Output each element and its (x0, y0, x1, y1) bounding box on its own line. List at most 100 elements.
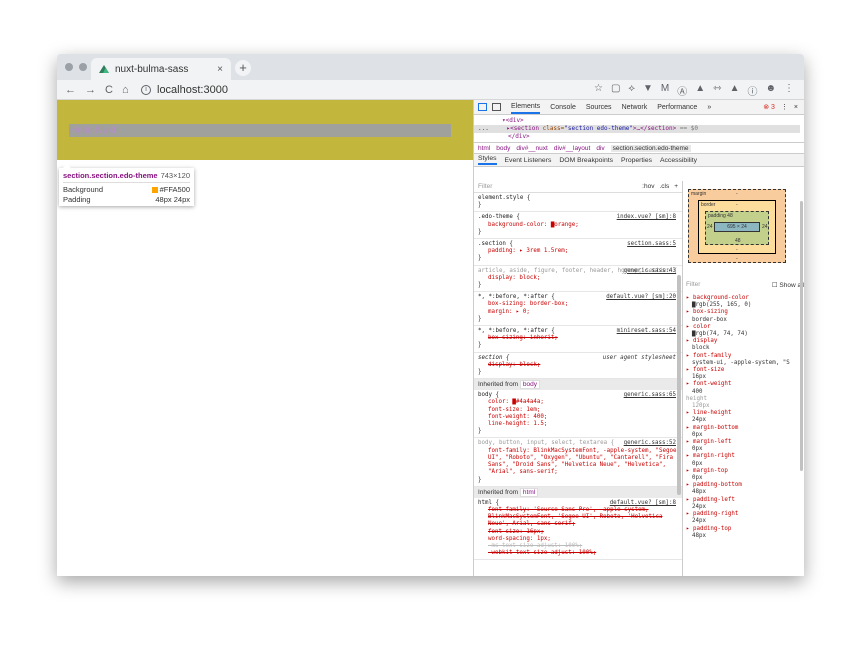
profile-avatar-icon[interactable]: ☻ (765, 83, 776, 98)
bookmark-star-icon[interactable]: ☆ (594, 83, 603, 98)
computed-item[interactable]: ▸ padding-top 48px (686, 526, 804, 540)
hov-button[interactable]: :hov (642, 183, 654, 190)
new-tab-button[interactable]: + (235, 60, 251, 76)
box-model-padding-bottom[interactable]: 48 (735, 238, 741, 244)
computed-filter-input[interactable]: Filter (686, 281, 700, 289)
computed-item[interactable]: ▸ box-sizing border-box (686, 309, 804, 323)
inherited-tag-link[interactable]: html (519, 487, 539, 497)
forward-icon[interactable]: → (85, 84, 96, 96)
more-tabs-icon[interactable]: » (707, 104, 711, 111)
dom-node-div-close[interactable]: </div> (478, 133, 800, 141)
css-rule-html[interactable]: html { default.vue? [sm]:8 font-family: … (474, 498, 682, 561)
rule-source-link[interactable]: minireset.sass:54 (617, 328, 676, 335)
vue-devtools-icon[interactable]: ▲ (730, 83, 740, 98)
address-bar[interactable]: i localhost:3000 (141, 84, 561, 96)
computed-item[interactable]: ▸ font-family system-ui, -apple-system, "… (686, 353, 804, 367)
computed-scrollbar[interactable] (800, 201, 803, 471)
rule-property-overridden[interactable]: font-size: 16px; (478, 529, 678, 536)
tab-performance[interactable]: Performance (657, 104, 697, 111)
rule-property-overridden[interactable]: -webkit-text-size-adjust: 100%; (478, 550, 678, 557)
box-model-padding-label[interactable]: padding 48 (708, 213, 733, 219)
computed-item[interactable]: ▸ display block (686, 338, 804, 352)
breadcrumb-div[interactable]: div (596, 145, 604, 152)
device-toolbar-icon[interactable] (492, 103, 501, 111)
inspect-element-icon[interactable] (478, 103, 487, 111)
tab-properties[interactable]: Properties (621, 157, 652, 164)
breadcrumb-section[interactable]: section.section.edo-theme (610, 144, 691, 152)
extension-icon-2[interactable]: ⟡ (628, 83, 635, 98)
rule-property[interactable]: box-sizing: border-box; (478, 301, 678, 308)
rule-source-link[interactable]: index.vue? [sm]:8 (617, 214, 676, 221)
tab-network[interactable]: Network (622, 104, 648, 111)
extension-icon-7[interactable]: ⇿ (713, 83, 721, 98)
rule-property-overridden[interactable]: font-family: 'Source Sans Pro', -apple-s… (478, 507, 678, 529)
computed-item[interactable]: ▸ margin-bottom 0px (686, 425, 804, 439)
browser-tab[interactable]: nuxt-bulma-sass × (91, 58, 231, 80)
tab-styles[interactable]: Styles (478, 155, 497, 165)
reload-icon[interactable]: C (105, 84, 113, 96)
rule-property[interactable]: line-height: 1.5; (478, 421, 678, 428)
tab-accessibility[interactable]: Accessibility (660, 157, 697, 164)
rule-source-link[interactable]: section.sass:5 (627, 241, 676, 248)
css-rule-universal-minireset[interactable]: *, *:before, *:after { minireset.sass:54… (474, 326, 682, 353)
tab-close-icon[interactable]: × (217, 64, 223, 75)
computed-item[interactable]: ▸ padding-right 24px (686, 511, 804, 525)
css-rule-edo-theme[interactable]: .edo-theme { index.vue? [sm]:8 backgroun… (474, 212, 682, 240)
tab-sources[interactable]: Sources (586, 104, 612, 111)
rule-property-overridden[interactable]: display: block; (478, 362, 678, 369)
computed-item[interactable]: ▸ padding-bottom 48px (686, 482, 804, 496)
extension-icon-4[interactable]: M (661, 83, 669, 98)
breadcrumb-html[interactable]: html (478, 145, 490, 152)
extension-icon-1[interactable]: ▢ (611, 83, 620, 98)
css-rule-body-form[interactable]: body, button, input, select, textarea { … (474, 438, 682, 487)
css-rule-generic[interactable]: article, aside, figure, footer, header, … (474, 266, 682, 293)
rule-source-link[interactable]: generic.sass:65 (624, 392, 676, 399)
extension-icon-9[interactable]: ⓘ (747, 83, 757, 98)
computed-item[interactable]: ▸ margin-left 0px (686, 439, 804, 453)
css-rule-user-agent[interactable]: section { user agent stylesheet display:… (474, 353, 682, 380)
devtools-close-icon[interactable]: × (794, 104, 798, 111)
info-icon[interactable]: i (141, 84, 151, 95)
extension-icon-3[interactable]: ▼ (643, 83, 653, 98)
css-rule-universal-default[interactable]: *, *:before, *:after { default.vue? [sm]… (474, 292, 682, 327)
add-rule-button[interactable]: + (674, 183, 678, 190)
box-model-margin-value[interactable]: - (736, 191, 738, 197)
styles-filter-input[interactable]: Filter (478, 183, 492, 190)
extension-icon-6[interactable]: ▲ (695, 83, 705, 98)
rule-source-link[interactable]: default.vue? [sm]:20 (606, 294, 676, 301)
computed-item[interactable]: ▸ margin-right 0px (686, 453, 804, 467)
home-icon[interactable]: ⌂ (122, 84, 129, 96)
rule-property[interactable]: background-color: ▇orange; (478, 222, 678, 229)
rule-property[interactable]: margin: ▸ 0; (478, 309, 678, 316)
computed-item[interactable]: ▸ padding-left 24px (686, 497, 804, 511)
rule-property[interactable]: padding: ▸ 3rem 1.5rem; (478, 248, 678, 255)
css-rule-body[interactable]: body { generic.sass:65 color: ▇#4a4a4a; … (474, 390, 682, 439)
devtools-menu-icon[interactable]: ⋮ (781, 103, 788, 111)
rule-property[interactable]: display: block; (478, 275, 678, 282)
tab-event-listeners[interactable]: Event Listeners (505, 157, 552, 164)
rule-property-overridden[interactable]: box-sizing: inherit; (478, 335, 678, 342)
browser-menu-icon[interactable]: ⋮ (784, 83, 794, 98)
rule-source-link[interactable]: default.vue? [sm]:8 (610, 500, 676, 507)
rule-source-link[interactable]: generic.sass:43 (624, 268, 676, 275)
extension-icon-5[interactable]: Ⓐ (677, 83, 687, 98)
computed-item[interactable]: ▸ color ▇rgb(74, 74, 74) (686, 324, 804, 338)
computed-item[interactable]: ▸ font-size 16px (686, 367, 804, 381)
error-count-badge[interactable]: ⊗ 3 (763, 103, 775, 111)
tab-dom-breakpoints[interactable]: DOM Breakpoints (559, 157, 613, 164)
box-model-content[interactable]: 695 × 24 (714, 222, 760, 232)
rule-property[interactable]: font-family: BlinkMacSystemFont, -apple-… (478, 448, 678, 477)
url-text[interactable]: localhost:3000 (157, 84, 228, 96)
breadcrumb-body[interactable]: body (496, 145, 510, 152)
computed-item[interactable]: ▸ margin-top 0px (686, 468, 804, 482)
computed-item[interactable]: ▸ line-height 24px (686, 410, 804, 424)
rule-source-link[interactable]: generic.sass:52 (624, 440, 676, 447)
box-model-padding-right[interactable]: 24 (762, 224, 768, 230)
tab-console[interactable]: Console (550, 104, 576, 111)
css-rule-element-style[interactable]: element.style { } (474, 193, 682, 213)
rule-property[interactable]: word-spacing: 1px; (478, 536, 678, 543)
computed-item[interactable]: height 120px (686, 396, 804, 410)
dom-node-section-selected[interactable]: ... ▸<section class="section edo-theme">… (474, 125, 800, 133)
rule-property[interactable]: font-weight: 400; (478, 414, 678, 421)
computed-item[interactable]: ▸ background-color ▇rgb(255, 165, 0) (686, 295, 804, 309)
